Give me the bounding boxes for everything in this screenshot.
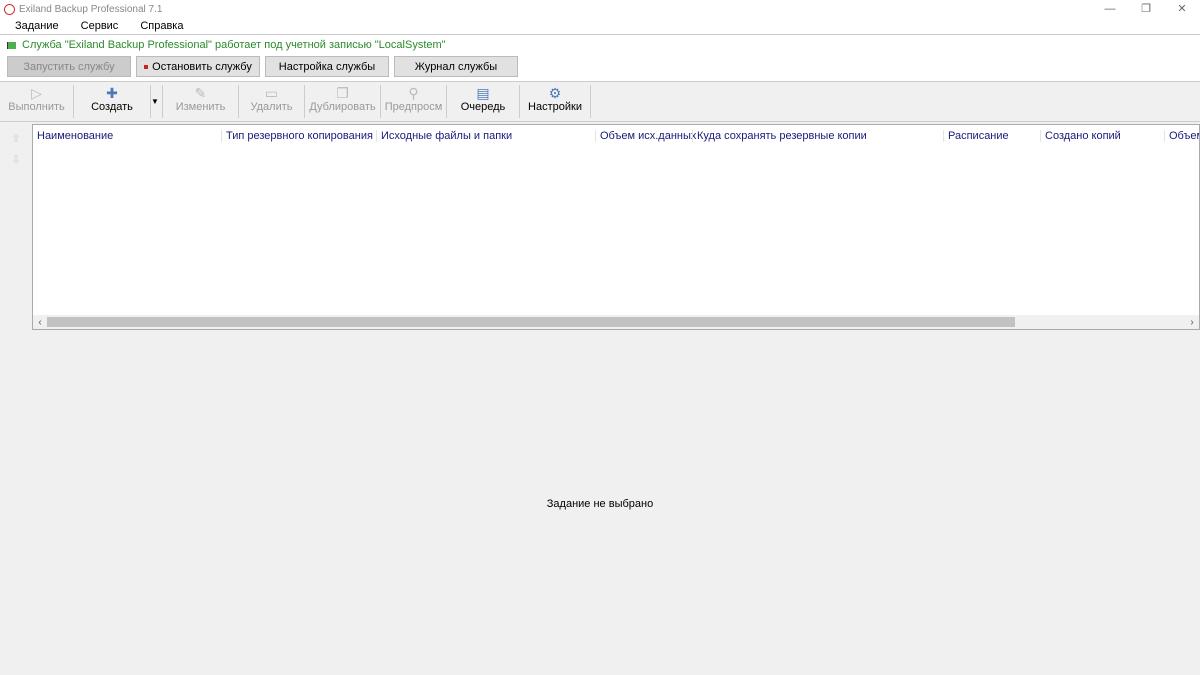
move-up-icon[interactable]: ⇧ [0,132,32,145]
create-dropdown-icon[interactable]: ▼ [151,85,163,118]
column-header[interactable]: Объем исх.данных [595,130,696,142]
move-down-icon[interactable]: ⇩ [0,153,32,166]
menu-bar: Задание Сервис Справка [0,18,1200,34]
toolbar-0-button[interactable]: ▷ Выполнить [0,85,74,118]
menu-help[interactable]: Справка [140,18,183,34]
scroll-right-icon[interactable]: › [1185,317,1199,328]
column-header[interactable]: Объем [1164,130,1199,142]
minimize-button[interactable]: — [1092,0,1128,18]
toolbar-icon: ⚙ [548,85,562,101]
column-header[interactable]: Наименование [33,130,221,142]
toolbar-label: Очередь [460,101,506,113]
column-header[interactable]: Куда сохранять резервные копии [692,130,943,142]
horizontal-scrollbar[interactable]: ‹ › [33,315,1199,329]
toolbar-label: Создать [91,101,133,113]
scroll-thumb[interactable] [47,317,1015,327]
toolbar-6-button[interactable]: ▤ Очередь [447,85,520,118]
column-header[interactable]: Исходные файлы и папки [376,130,595,142]
stop-service-button[interactable]: Остановить службу [136,56,260,77]
task-table: Наименование Тип резервного копирования Ис… [32,124,1200,330]
toolbar-5-button[interactable]: ⚲ Предпросм [381,85,447,118]
column-header[interactable]: Создано копий [1040,130,1164,142]
service-status: Служба "Exiland Backup Professional" раб… [22,39,446,51]
menu-task[interactable]: Задание [15,18,59,34]
toolbar-icon: ▤ [476,85,490,101]
toolbar-3-button[interactable]: ▭ Удалить [239,85,305,118]
service-panel: Служба "Exiland Backup Professional" раб… [0,34,1200,82]
toolbar-icon: ✚ [106,85,118,101]
toolbar-icon: ▭ [264,85,279,101]
toolbar-7-button[interactable]: ⚙ Настройки [520,85,591,118]
title-bar: Exiland Backup Professional 7.1 [0,0,1200,18]
toolbar-1-button[interactable]: ✚ Создать [74,85,151,118]
toolbar-label: Предпросм [384,101,443,113]
window-title: Exiland Backup Professional 7.1 [19,3,163,15]
scroll-left-icon[interactable]: ‹ [33,317,47,328]
toolbar: ▷ Выполнить ✚ Создать ▼ ✎ Изменить ▭ Удалить ❐ Дуб… [0,82,1200,122]
toolbar-icon: ▷ [31,85,42,101]
start-service-button[interactable]: Запустить службу [7,56,131,77]
service-settings-button[interactable]: Настройка службы [265,56,389,77]
toolbar-icon: ✎ [194,85,207,101]
restore-button[interactable]: ❐ [1128,0,1164,18]
toolbar-label: Изменить [175,101,226,113]
stop-icon [144,64,149,69]
close-button[interactable]: ✕ [1164,0,1200,18]
app-icon [4,3,15,15]
toolbar-label: Дублировать [309,101,376,113]
toolbar-icon: ❐ [336,85,349,101]
toolbar-label: Выполнить [8,101,65,113]
toolbar-4-button[interactable]: ❐ Дублировать [305,85,381,118]
toolbar-label: Настройки [528,101,582,113]
toolbar-label: Удалить [250,101,293,113]
column-header[interactable]: Тип резервного копирования [221,130,376,142]
toolbar-icon: ⚲ [408,85,419,101]
column-header[interactable]: Расписание [943,130,1040,142]
empty-message: Задание не выбрано [546,498,654,510]
service-log-button[interactable]: Журнал службы [394,56,518,77]
toolbar-2-button[interactable]: ✎ Изменить [163,85,239,118]
menu-service[interactable]: Сервис [81,18,119,34]
flag-icon [7,41,16,49]
